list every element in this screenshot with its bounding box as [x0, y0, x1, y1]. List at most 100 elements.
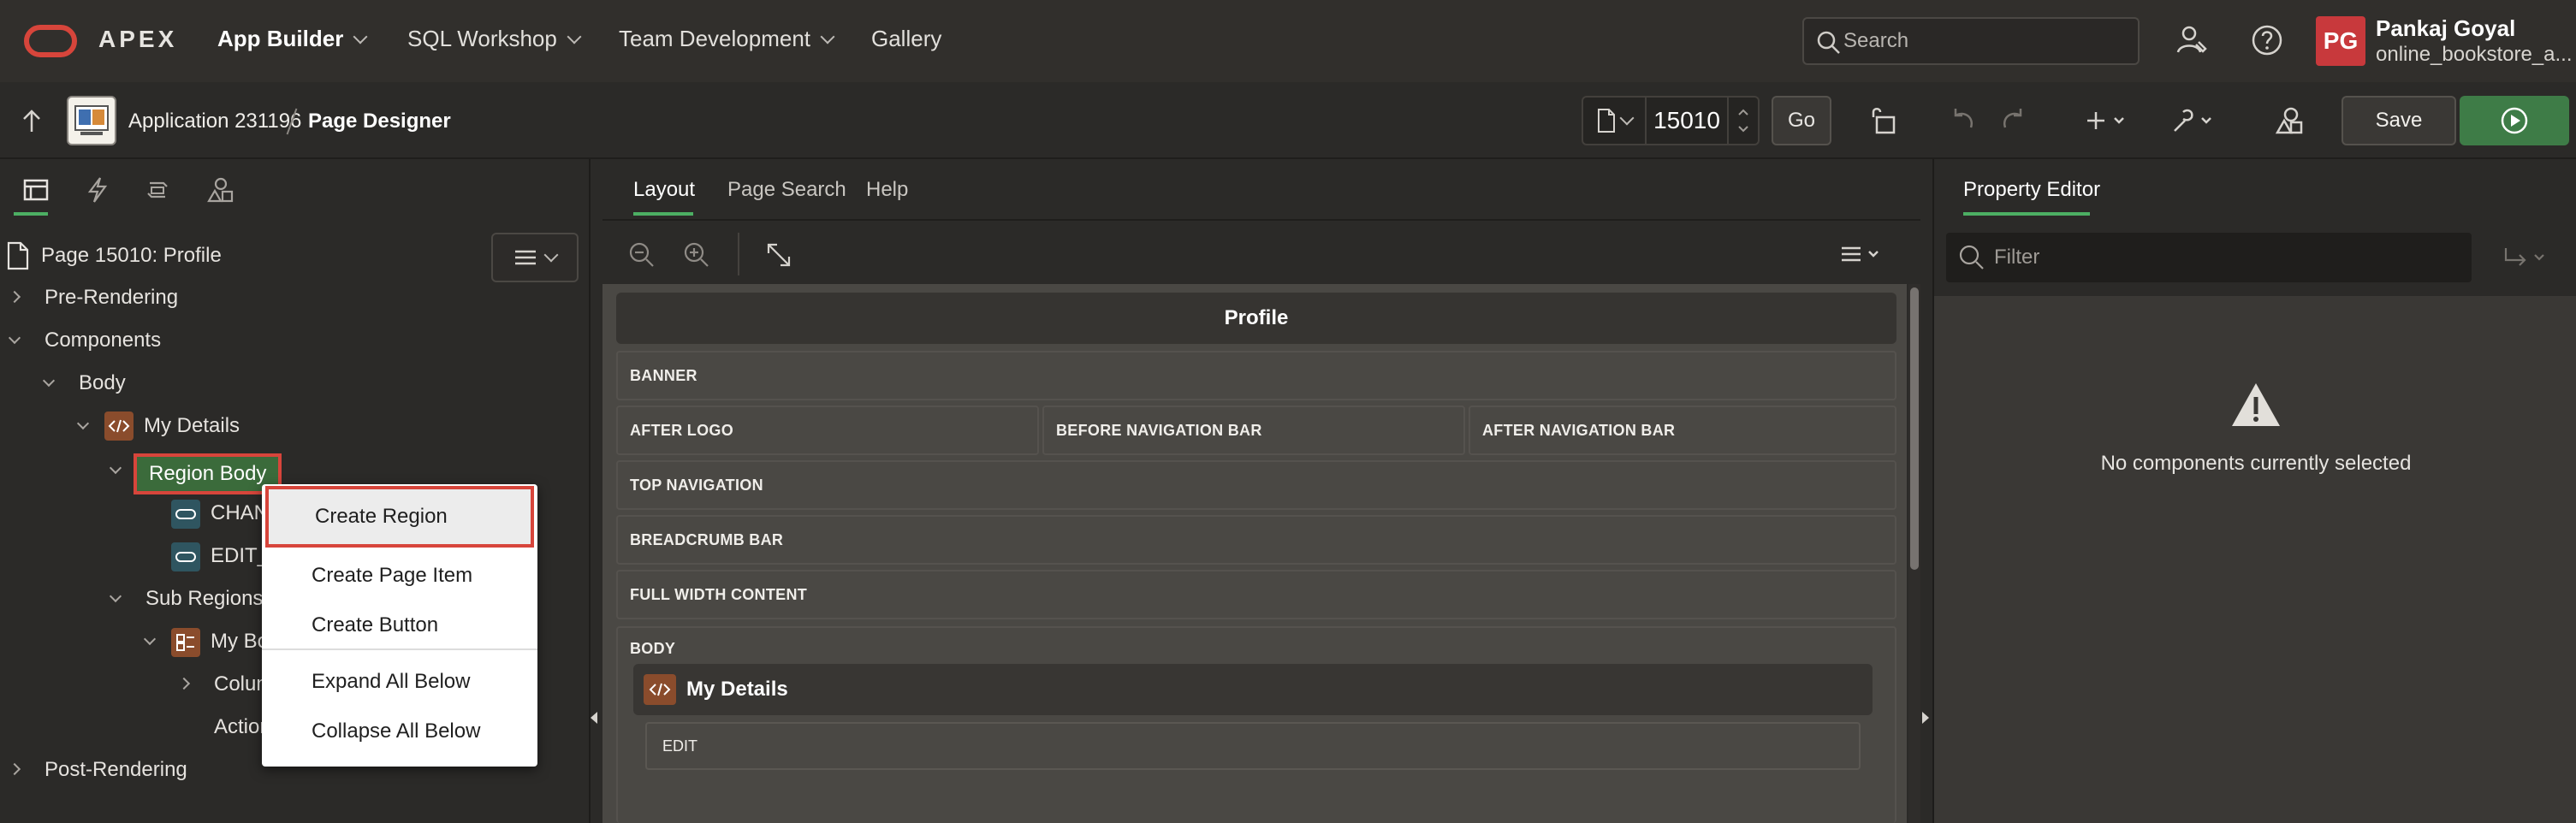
nav-team-development[interactable]: Team Development [619, 26, 835, 52]
collapse-left-pane-icon[interactable] [591, 712, 597, 724]
zoom-out-icon[interactable] [628, 241, 656, 269]
page-number-input[interactable]: 15010 [1647, 96, 1727, 145]
tree-node-pre-rendering[interactable]: Pre-Rendering [45, 286, 178, 310]
active-tab-indicator [1963, 212, 2090, 216]
menu-lines-icon [515, 250, 536, 265]
save-button[interactable]: Save [2342, 96, 2456, 145]
shared-components-icon[interactable] [2270, 101, 2309, 140]
chevron-down-icon[interactable] [143, 632, 157, 646]
run-page-button[interactable] [2460, 96, 2569, 145]
search-icon [1817, 31, 1840, 54]
zoom-in-icon[interactable] [683, 241, 710, 269]
apex-brand[interactable]: APEX [98, 26, 177, 53]
slot-breadcrumb-bar[interactable]: BREADCRUMB BAR [616, 515, 1896, 565]
user-name[interactable]: Pankaj Goyal [2376, 15, 2515, 42]
nav-team-development-label: Team Development [619, 26, 810, 51]
property-editor-pane: Property Editor Filter No components cur… [1932, 159, 2576, 823]
tree-context-menu: Create Region Create Page Item Create Bu… [262, 484, 537, 767]
collapse-right-pane-icon[interactable] [1922, 712, 1929, 724]
chevron-down-icon[interactable] [109, 589, 122, 603]
canvas-scroll-thumb[interactable] [1910, 287, 1919, 570]
region-my-details[interactable]: My Details [633, 664, 1873, 715]
rendering-tab-icon[interactable] [17, 171, 55, 209]
chevron-down-icon[interactable] [109, 461, 122, 475]
tree-node-components[interactable]: Components [45, 329, 161, 352]
chevron-down-icon [1619, 110, 1635, 126]
breadcrumb-application[interactable]: Application 231196 [128, 110, 301, 133]
page-lock-icon[interactable] [1864, 101, 1903, 140]
tree-menu-button[interactable] [491, 233, 579, 282]
tree-node-page[interactable]: Page 15010: Profile [5, 241, 222, 270]
help-icon[interactable] [2247, 21, 2287, 60]
active-tab-indicator [14, 212, 48, 216]
utilities-wrench-icon[interactable] [2167, 101, 2220, 140]
tab-page-search[interactable]: Page Search [727, 178, 846, 202]
page-number-stepper[interactable] [1727, 96, 1760, 145]
tree-node-post-rendering[interactable]: Post-Rendering [45, 758, 187, 782]
nav-gallery[interactable]: Gallery [871, 26, 941, 52]
active-tab-indicator [633, 212, 693, 216]
chevron-down-icon[interactable] [8, 331, 21, 345]
slot-after-navigation-bar[interactable]: AFTER NAVIGATION BAR [1469, 406, 1896, 455]
nav-app-builder-label: App Builder [217, 26, 344, 51]
tree-node-my-bo[interactable]: My Bo [211, 630, 269, 654]
slot-before-navigation-bar[interactable]: BEFORE NAVIGATION BAR [1042, 406, 1465, 455]
administration-icon[interactable] [2172, 21, 2211, 60]
static-content-region-icon [644, 674, 676, 705]
global-search-input[interactable]: Search [1802, 17, 2140, 65]
chevron-down-icon[interactable] [42, 374, 56, 388]
menu-divider [262, 648, 537, 650]
slot-top-navigation[interactable]: TOP NAVIGATION [616, 460, 1896, 510]
oracle-logo-icon[interactable] [24, 25, 77, 57]
redo-icon[interactable] [1994, 101, 2033, 140]
page-shared-components-tab-icon[interactable] [202, 171, 240, 209]
slot-body-label: BODY [630, 640, 676, 657]
application-icon[interactable] [67, 96, 116, 145]
undo-icon[interactable] [1943, 101, 1982, 140]
up-arrow-icon[interactable] [19, 106, 45, 135]
center-pane: Layout Page Search Help Profile BANNER A… [602, 159, 1920, 823]
go-to-group-icon[interactable] [2501, 245, 2552, 272]
page-header[interactable]: Profile [616, 293, 1896, 344]
tab-help[interactable]: Help [866, 178, 908, 202]
chevron-right-icon[interactable] [8, 290, 21, 304]
menu-item-create-region[interactable]: Create Region [265, 486, 534, 548]
tree-node-body[interactable]: Body [79, 371, 126, 395]
chevron-right-icon[interactable] [8, 762, 21, 776]
user-avatar[interactable]: PG [2316, 16, 2365, 66]
tab-layout[interactable]: Layout [633, 178, 695, 202]
page-selector: 15010 [1582, 96, 1760, 145]
slot-after-logo[interactable]: AFTER LOGO [616, 406, 1039, 455]
tree-node-button-2[interactable]: EDIT_ [211, 544, 269, 568]
menu-item-create-button[interactable]: Create Button [262, 601, 537, 650]
chevron-right-icon[interactable] [177, 677, 191, 690]
search-icon [1959, 245, 1984, 269]
workspace-name[interactable]: online_bookstore_a... [2376, 43, 2573, 67]
dynamic-actions-tab-icon[interactable] [79, 171, 116, 209]
chevron-down-icon[interactable] [76, 417, 90, 430]
page-type-menu-button[interactable] [1582, 96, 1647, 145]
nav-sql-workshop[interactable]: SQL Workshop [407, 26, 582, 52]
go-button[interactable]: Go [1772, 96, 1831, 145]
menu-item-create-page-item[interactable]: Create Page Item [262, 551, 537, 601]
menu-item-expand-all-below[interactable]: Expand All Below [262, 657, 537, 707]
slot-edit[interactable]: EDIT [645, 722, 1861, 770]
menu-item-collapse-all-below[interactable]: Collapse All Below [262, 707, 537, 756]
expand-icon[interactable] [765, 241, 792, 269]
canvas-scrollbar[interactable] [1908, 284, 1920, 823]
processing-tab-icon[interactable] [139, 171, 176, 209]
tree-node-region-body[interactable]: Region Body [134, 453, 282, 494]
layout-menu-icon[interactable] [1840, 243, 1885, 267]
tree-node-sub-regions[interactable]: Sub Regions [145, 587, 263, 611]
slot-full-width-content[interactable]: FULL WIDTH CONTENT [616, 570, 1896, 619]
slot-banner[interactable]: BANNER [616, 351, 1896, 400]
nav-app-builder[interactable]: App Builder [217, 26, 368, 52]
property-filter-input[interactable]: Filter [1946, 233, 2472, 282]
tree-node-my-details[interactable]: My Details [144, 414, 240, 438]
create-menu-icon[interactable] [2081, 101, 2134, 140]
tree-node-button-1[interactable]: CHAN [211, 501, 269, 525]
breadcrumb-current: Page Designer [308, 110, 451, 133]
chevron-down-icon [543, 247, 559, 263]
page-designer-toolbar: Application 231196 Page Designer 15010 G… [0, 82, 2576, 159]
tab-property-editor[interactable]: Property Editor [1963, 178, 2100, 202]
